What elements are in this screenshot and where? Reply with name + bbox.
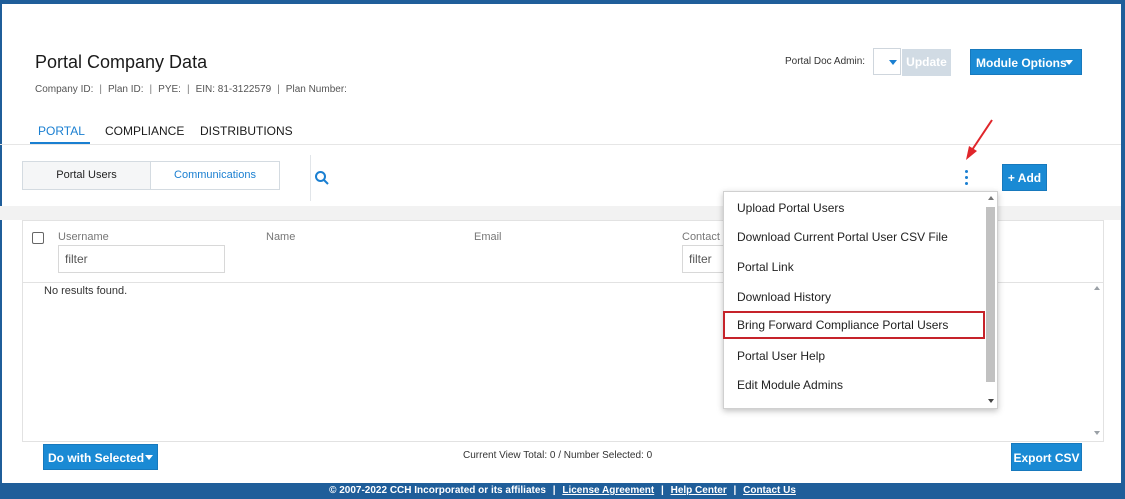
pye-label: PYE: [158,84,181,95]
module-options-button[interactable]: Module Options [970,49,1082,75]
footer-separator: | [552,485,556,496]
search-icon[interactable] [314,170,330,186]
do-with-selected-button[interactable]: Do with Selected [43,444,158,470]
menu-item-bring-forward-compliance[interactable]: Bring Forward Compliance Portal Users [723,311,985,339]
subtab-portal-users[interactable]: Portal Users [22,161,151,190]
username-filter-input[interactable]: filter [58,245,225,273]
ein-label: EIN: 81-3122579 [195,84,272,95]
toolbar-divider [310,155,311,201]
menu-scroll-up-icon[interactable] [988,196,994,200]
column-header-email[interactable]: Email [474,231,502,243]
tab-portal[interactable]: PORTAL [30,121,90,144]
meta-separator: | [277,84,280,95]
view-total-status: Current View Total: 0 / Number Selected:… [463,450,653,461]
tab-compliance[interactable]: COMPLIANCE [105,121,184,144]
module-options-label: Module Options [976,56,1067,70]
menu-item-edit-module-admins[interactable]: Edit Module Admins [724,371,984,399]
meta-separator: | [99,84,102,95]
portal-doc-admin-label: Portal Doc Admin: [785,56,866,67]
top-border [0,0,1125,4]
subtab-communications[interactable]: Communications [150,161,280,190]
chevron-down-icon [889,60,897,65]
update-button[interactable]: Update [902,49,951,76]
footer: © 2007-2022 CCH Incorporated or its affi… [0,483,1125,499]
footer-separator: | [733,485,737,496]
meta-separator: | [149,84,153,95]
plan-id-label: Plan ID: [107,84,144,95]
footer-separator: | [661,485,664,496]
portal-doc-admin-select[interactable] [873,48,901,75]
menu-item-portal-user-help[interactable]: Portal User Help [724,342,984,370]
tab-distributions[interactable]: DISTRIBUTIONS [200,121,293,144]
menu-item-portal-link[interactable]: Portal Link [724,253,984,281]
chevron-down-icon [1065,60,1073,65]
do-with-selected-label: Do with Selected [48,451,145,465]
column-header-username[interactable]: Username [58,231,109,243]
grid-scroll-down-icon[interactable] [1094,431,1100,435]
menu-scrollbar[interactable] [986,207,995,382]
tabs-divider [0,144,1121,145]
annotation-arrow-icon [966,119,993,160]
license-agreement-link[interactable]: License Agreement [562,485,654,496]
empty-message: No results found. [44,285,128,297]
menu-item-download-csv[interactable]: Download Current Portal User CSV File [724,223,984,251]
right-border [1121,0,1125,499]
left-border [0,0,2,499]
grid-scroll-up-icon[interactable] [1094,286,1100,290]
help-center-link[interactable]: Help Center [671,485,727,496]
export-csv-button[interactable]: Export CSV [1011,443,1082,471]
select-all-checkbox[interactable] [32,232,44,244]
menu-item-upload-portal-users[interactable]: Upload Portal Users [724,194,984,222]
add-button[interactable]: + Add [1002,164,1047,191]
actions-dropdown-menu: Upload Portal Users Download Current Por… [723,191,998,409]
menu-item-download-history[interactable]: Download History [724,283,984,311]
menu-scroll-down-icon[interactable] [988,399,994,403]
plan-meta: Company ID: | Plan ID: | PYE: | EIN: 81-312257… [35,84,347,95]
company-id-label: Company ID: [35,84,94,95]
column-header-name[interactable]: Name [266,231,295,243]
copyright-text: © 2007-2022 CCH Incorporated or its affi… [329,485,546,496]
contact-us-link[interactable]: Contact Us [743,485,796,496]
page-title: Portal Company Data [35,52,208,72]
meta-separator: | [186,84,190,95]
chevron-down-icon [145,455,153,460]
kebab-menu-icon[interactable] [963,170,969,186]
contact-filter-input[interactable]: filter [682,245,724,273]
plan-number-label: Plan Number: [285,84,347,95]
